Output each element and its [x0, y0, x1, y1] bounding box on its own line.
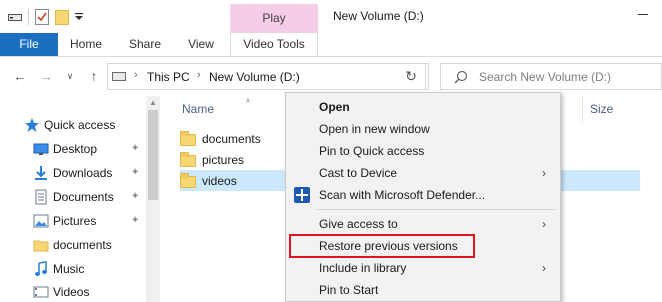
menu-item-cast-to-device[interactable]: Cast to Device ›	[286, 162, 560, 184]
tab-share[interactable]: Share	[124, 33, 166, 56]
menu-item-pin-to-start[interactable]: Pin to Start	[286, 279, 560, 301]
nav-item-label: Downloads	[53, 166, 113, 180]
nav-item-label: Music	[53, 262, 85, 276]
breadcrumb-chevron-icon[interactable]: ›	[197, 69, 201, 81]
window-title: New Volume (D:)	[333, 9, 424, 23]
back-arrow-icon[interactable]: ←	[12, 68, 28, 84]
properties-icon[interactable]	[35, 9, 49, 25]
search-icon	[454, 70, 468, 84]
pin-icon[interactable]: ✦	[131, 191, 141, 203]
pin-icon[interactable]: ✦	[131, 215, 141, 227]
menu-item-pin-quick-access[interactable]: Pin to Quick access	[286, 140, 560, 162]
pictures-icon	[33, 214, 49, 228]
star-icon	[25, 118, 39, 132]
drive-icon	[112, 72, 126, 81]
tab-home[interactable]: Home	[64, 33, 108, 56]
tab-view[interactable]: View	[182, 33, 220, 56]
submenu-arrow-icon: ›	[542, 261, 546, 275]
refresh-icon[interactable]: ↻	[397, 63, 426, 90]
desktop-folder-icon	[33, 143, 49, 155]
sort-indicator-icon: ∧	[245, 96, 251, 105]
menu-item-label: Pin to Quick access	[319, 144, 425, 158]
navigation-bar: ← → ∨ ↑ › This PC › New Volume (D:) ∨ ↻ …	[0, 58, 662, 96]
menu-item-scan-defender[interactable]: Scan with Microsoft Defender...	[286, 184, 560, 206]
nav-item-music[interactable]: Music	[33, 259, 84, 279]
file-name: documents	[202, 131, 261, 146]
defender-icon	[294, 187, 310, 203]
nav-item-quick-access[interactable]: Quick access	[24, 115, 115, 135]
column-header-size[interactable]: Size	[590, 102, 613, 116]
file-name: videos	[202, 173, 237, 188]
menu-item-label: Give access to	[319, 217, 398, 231]
menu-item-give-access[interactable]: Give access to ›	[286, 213, 560, 235]
videos-icon	[33, 286, 49, 298]
scroll-up-icon[interactable]: ▲	[149, 98, 157, 107]
pin-icon[interactable]: ✦	[131, 167, 141, 179]
menu-item-include-in-library[interactable]: Include in library ›	[286, 257, 560, 279]
up-arrow-icon[interactable]: ↑	[86, 68, 102, 84]
highlight-annotation-box	[289, 234, 475, 258]
nav-item-videos[interactable]: Videos	[33, 282, 89, 302]
nav-item-desktop[interactable]: Desktop	[33, 139, 97, 159]
nav-item-label: Documents	[53, 190, 114, 204]
menu-item-label: Open in new window	[319, 122, 430, 136]
tab-video-tools[interactable]: Video Tools	[230, 33, 318, 56]
navigation-pane-scrollbar[interactable]: ▲	[146, 96, 160, 302]
menu-item-label: Scan with Microsoft Defender...	[319, 188, 486, 202]
nav-item-pictures[interactable]: Pictures	[33, 211, 96, 231]
breadcrumb-chevron-icon[interactable]: ›	[134, 69, 138, 81]
menu-item-label: Cast to Device	[319, 166, 398, 180]
recent-locations-chevron-icon[interactable]: ∨	[62, 68, 78, 84]
nav-item-downloads[interactable]: Downloads	[33, 163, 112, 183]
menu-separator	[316, 209, 556, 210]
menu-item-label: Pin to Start	[319, 283, 379, 297]
nav-item-label: Quick access	[44, 118, 116, 132]
new-folder-icon[interactable]	[55, 9, 69, 25]
search-input[interactable]: Search New Volume (D:)	[440, 63, 662, 90]
file-name: pictures	[202, 152, 245, 167]
folder-icon	[33, 240, 49, 252]
tab-file[interactable]: File	[0, 33, 58, 56]
column-divider[interactable]	[582, 96, 583, 123]
context-menu: Open Open in new window Pin to Quick acc…	[285, 92, 561, 302]
pin-icon[interactable]: ✦	[131, 143, 141, 155]
breadcrumb-this-pc[interactable]: This PC	[147, 70, 190, 84]
nav-item-label: documents	[53, 238, 112, 252]
nav-item-label: Videos	[53, 285, 90, 299]
submenu-arrow-icon: ›	[542, 166, 546, 180]
address-bar[interactable]: › This PC › New Volume (D:) ∨	[107, 63, 490, 90]
menu-item-label: Include in library	[319, 261, 407, 275]
search-placeholder: Search New Volume (D:)	[479, 70, 612, 84]
menu-item-open-new-window[interactable]: Open in new window	[286, 118, 560, 140]
minimize-icon[interactable]	[638, 14, 648, 15]
scrollbar-thumb[interactable]	[148, 110, 158, 200]
navigation-pane: Quick access Desktop Downloads Documents…	[0, 96, 160, 302]
folder-icon	[180, 131, 196, 146]
column-header-name[interactable]: Name	[182, 102, 214, 116]
nav-item-label: Pictures	[53, 214, 97, 228]
nav-item-documents-folder[interactable]: documents	[33, 235, 112, 255]
documents-icon	[35, 189, 47, 205]
nav-item-documents[interactable]: Documents	[33, 187, 114, 207]
breadcrumb-current[interactable]: New Volume (D:)	[209, 70, 300, 84]
play-context-tab[interactable]: Play	[230, 4, 318, 33]
submenu-arrow-icon: ›	[542, 217, 546, 231]
folder-icon	[180, 173, 196, 188]
ribbon-tabs: File Home Share View Video Tools	[0, 33, 662, 57]
music-icon	[35, 261, 47, 276]
customize-toolbar-icon[interactable]	[75, 12, 83, 22]
download-icon	[35, 166, 47, 180]
drive-icon	[8, 14, 22, 21]
forward-arrow-icon[interactable]: →	[38, 68, 54, 84]
menu-item-open[interactable]: Open	[286, 96, 560, 118]
nav-item-label: Desktop	[53, 142, 98, 156]
quick-access-toolbar	[8, 8, 83, 26]
folder-icon	[180, 152, 196, 167]
title-bar: Play New Volume (D:)	[0, 0, 662, 33]
menu-item-label: Open	[319, 100, 350, 114]
toolbar-divider	[28, 9, 29, 25]
